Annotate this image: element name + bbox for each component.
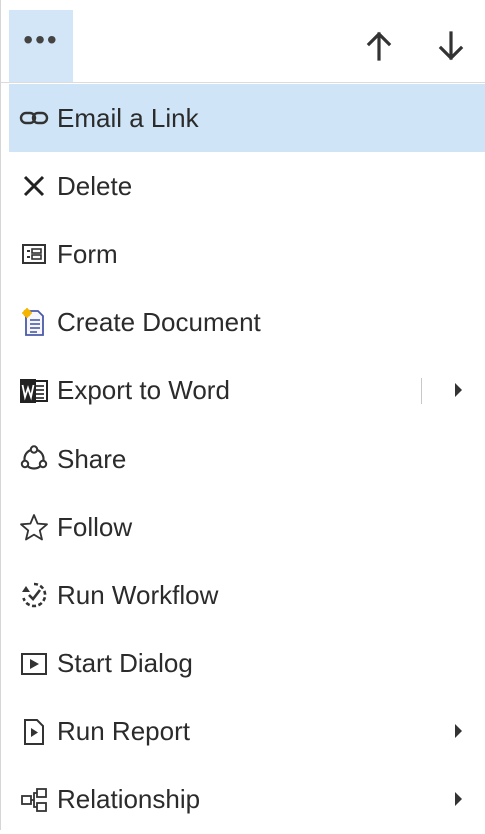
- more-options-button[interactable]: •••: [9, 10, 73, 82]
- relationship-icon: [19, 785, 49, 815]
- menu-item-label: Run Report: [57, 716, 190, 747]
- star-icon: [19, 512, 49, 542]
- ellipsis-icon: •••: [23, 24, 59, 55]
- menu-item-label: Email a Link: [57, 102, 199, 133]
- move-up-button[interactable]: [359, 26, 399, 66]
- link-icon: [19, 103, 49, 133]
- arrow-up-icon: [366, 31, 392, 61]
- menu-item-delete[interactable]: Delete: [9, 152, 485, 220]
- menu-item-run-workflow[interactable]: Run Workflow: [9, 561, 485, 629]
- menu-item-label: Share: [57, 443, 127, 474]
- menu-toolbar: •••: [1, 10, 485, 83]
- workflow-icon: [19, 580, 49, 610]
- dialog-icon: [19, 649, 49, 679]
- menu-item-label: Create Document: [57, 307, 261, 338]
- menu-item-label: Export to Word: [57, 375, 230, 406]
- submenu-arrow-icon[interactable]: [455, 791, 462, 806]
- menu-item-share[interactable]: Share: [9, 425, 485, 493]
- menu-item-label: Start Dialog: [57, 648, 193, 679]
- menu-item-email-a-link[interactable]: Email a Link: [9, 84, 485, 153]
- menu-item-start-dialog[interactable]: Start Dialog: [9, 630, 485, 698]
- menu-item-label: Follow: [57, 511, 133, 542]
- menu-item-label: Run Workflow: [57, 579, 219, 610]
- close-icon: [19, 171, 49, 201]
- word-icon: [19, 376, 49, 406]
- submenu-arrow-icon[interactable]: [455, 723, 462, 738]
- menu-item-label: Relationship: [57, 784, 201, 815]
- report-icon: [19, 717, 49, 747]
- share-icon: [19, 444, 49, 474]
- document-icon: [19, 307, 49, 338]
- command-menu-panel: ••• Email a Link Delete Form Create Docu…: [0, 0, 485, 830]
- menu-item-label: Form: [57, 238, 118, 269]
- menu-item-follow[interactable]: Follow: [9, 493, 485, 561]
- split-divider: [421, 377, 422, 404]
- menu-item-export-to-word[interactable]: Export to Word: [9, 357, 485, 425]
- move-down-button[interactable]: [431, 26, 471, 66]
- menu-item-relationship[interactable]: Relationship: [9, 766, 485, 834]
- arrow-down-icon: [438, 31, 464, 61]
- form-icon: [19, 239, 49, 269]
- command-menu: Email a Link Delete Form Create Document…: [9, 84, 485, 834]
- menu-item-create-document[interactable]: Create Document: [9, 289, 485, 357]
- menu-item-label: Delete: [57, 170, 133, 201]
- menu-item-run-report[interactable]: Run Report: [9, 698, 485, 766]
- menu-item-form[interactable]: Form: [9, 220, 485, 288]
- submenu-arrow-icon[interactable]: [455, 382, 462, 397]
